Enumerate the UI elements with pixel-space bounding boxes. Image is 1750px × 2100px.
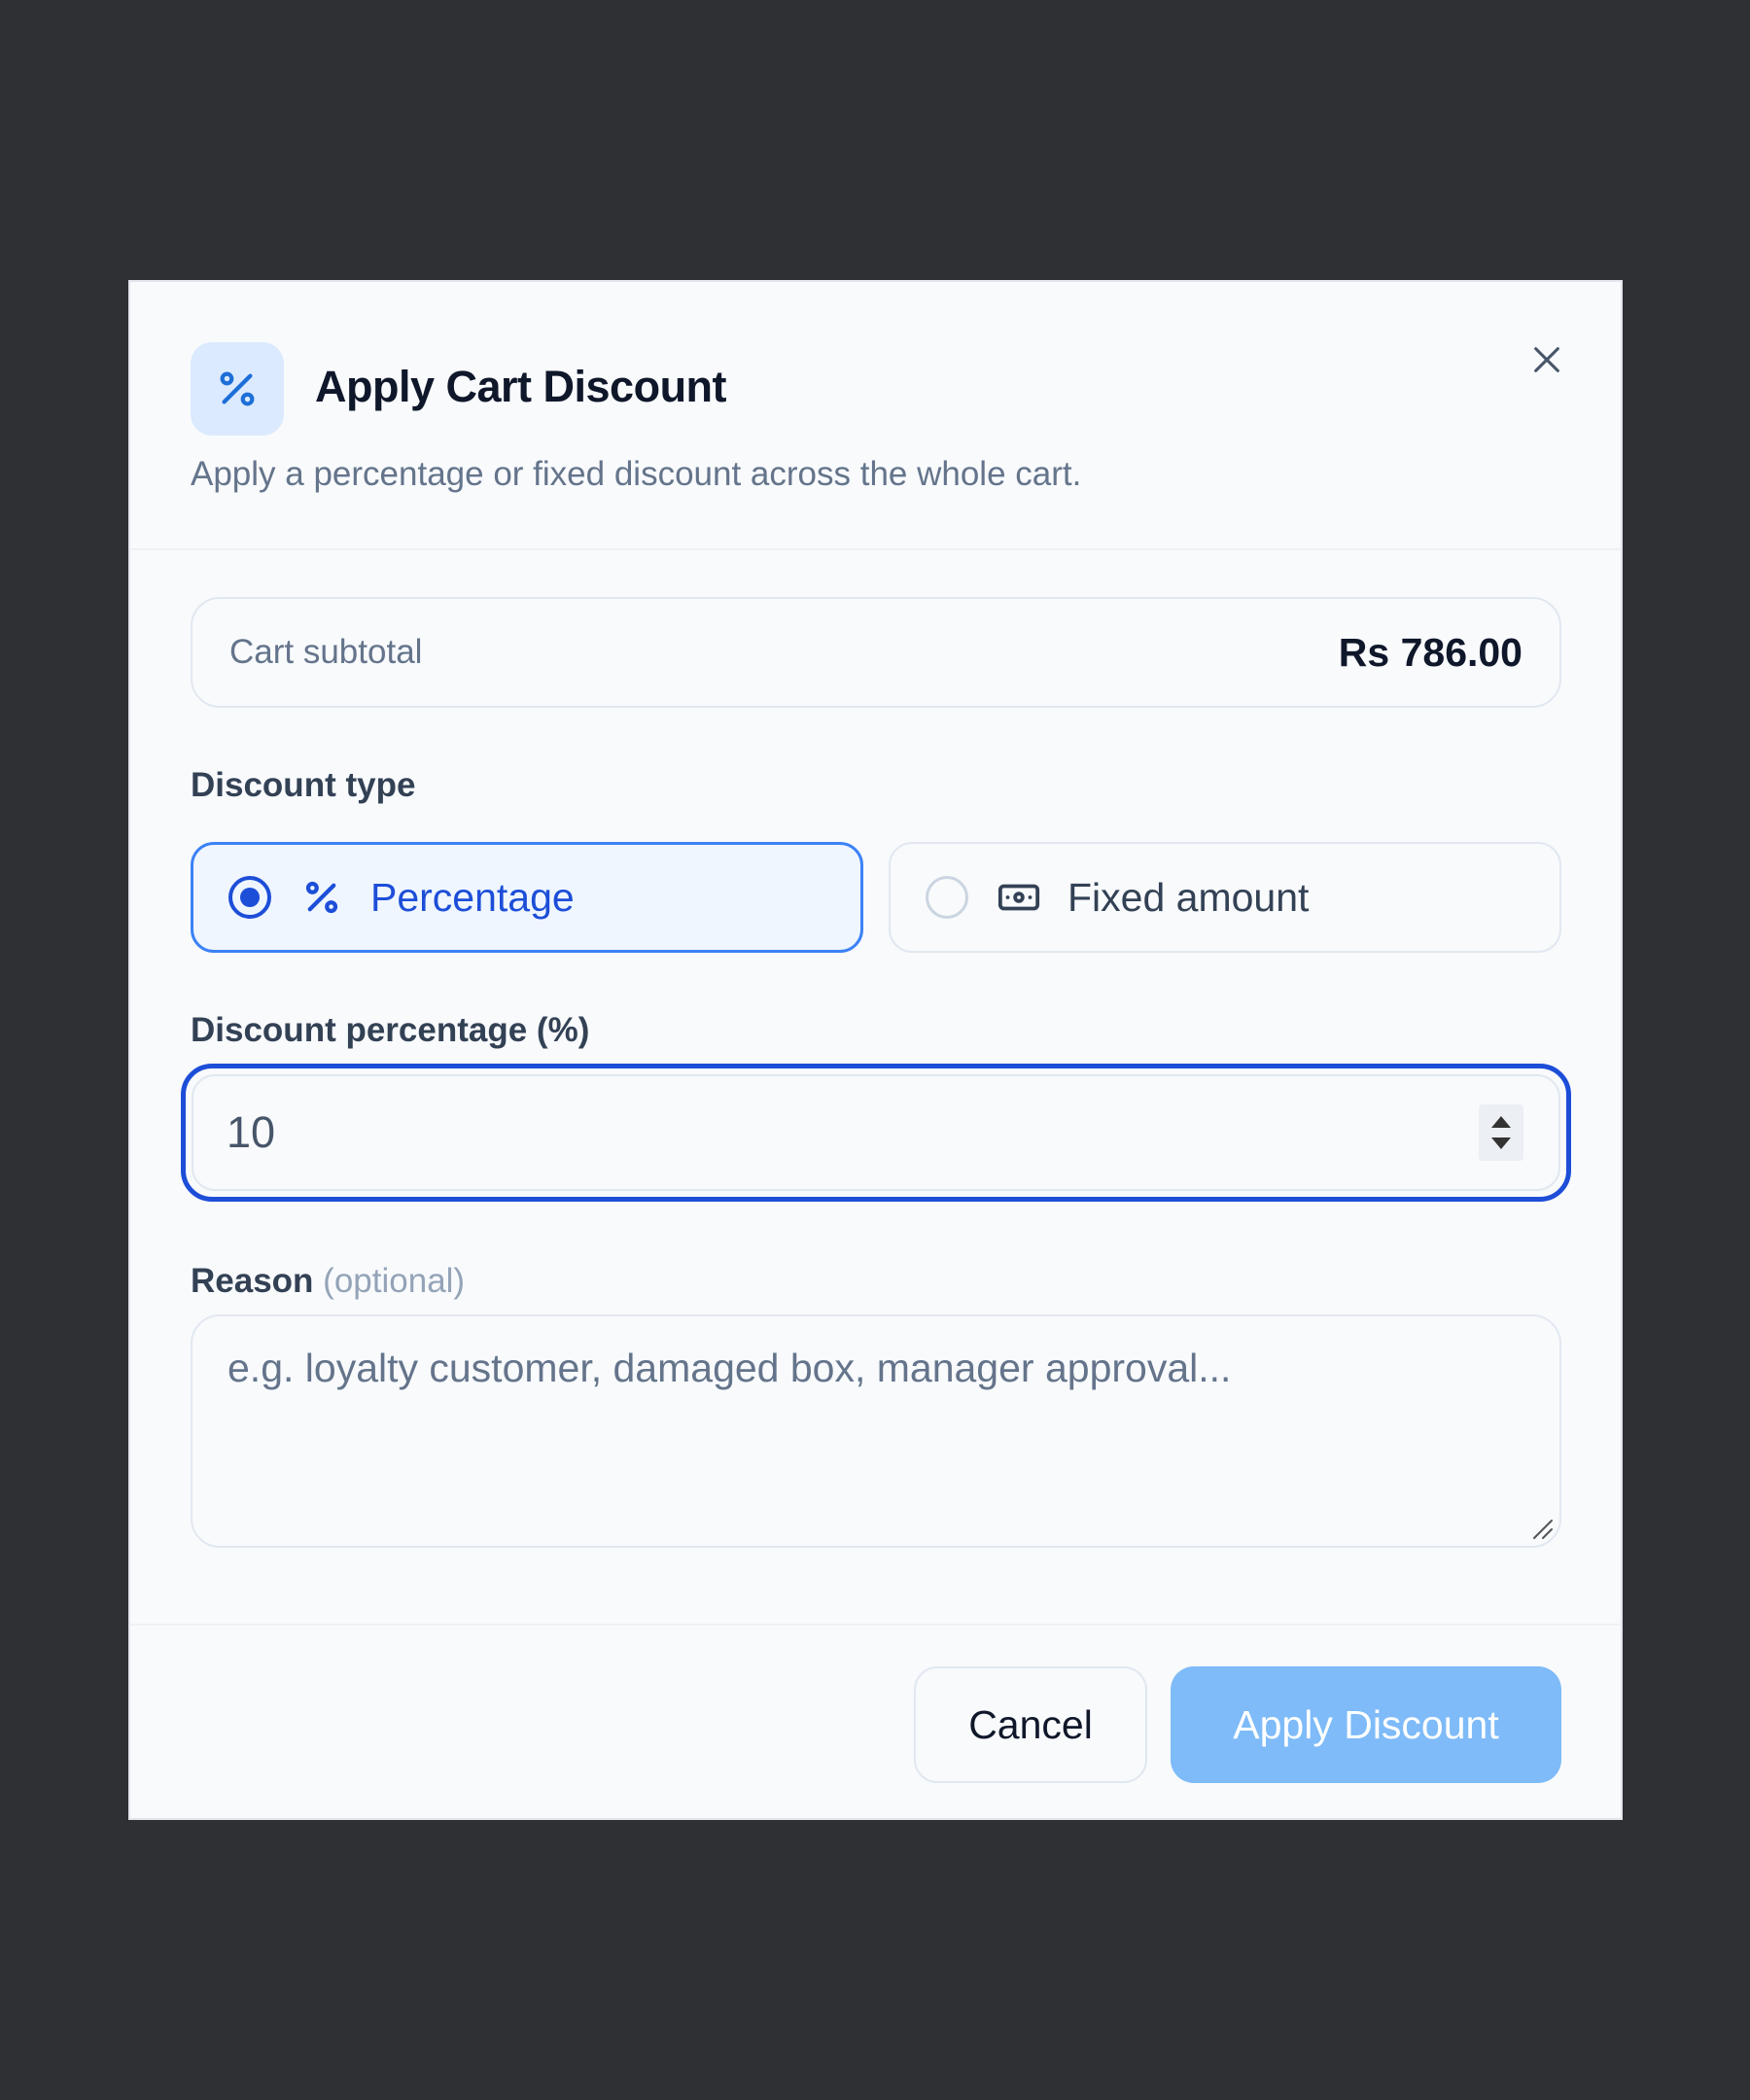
cancel-button[interactable]: Cancel bbox=[914, 1666, 1147, 1783]
resize-handle-icon[interactable] bbox=[1528, 1515, 1554, 1540]
discount-percentage-input[interactable]: 10 bbox=[181, 1064, 1571, 1202]
discount-percentage-label: Discount percentage (%) bbox=[191, 1011, 590, 1049]
close-button[interactable] bbox=[1522, 334, 1572, 385]
reason-placeholder: e.g. loyalty customer, damaged box, mana… bbox=[228, 1346, 1232, 1390]
stepper-up-icon[interactable] bbox=[1491, 1116, 1511, 1128]
discount-type-label: Discount type bbox=[191, 766, 416, 804]
dialog-subtitle: Apply a percentage or fixed discount acr… bbox=[191, 455, 1082, 493]
reason-label-text: Reason bbox=[191, 1262, 314, 1300]
radio-selected[interactable] bbox=[228, 876, 271, 919]
banknote-icon bbox=[996, 874, 1042, 921]
stepper-down-icon[interactable] bbox=[1491, 1138, 1511, 1149]
cart-subtotal-label: Cart subtotal bbox=[229, 633, 423, 671]
apply-discount-dialog: Apply Cart Discount Apply a percentage o… bbox=[128, 280, 1623, 1820]
dialog-footer: Cancel Apply Discount bbox=[130, 1626, 1621, 1820]
dialog-header: Apply Cart Discount Apply a percentage o… bbox=[130, 282, 1621, 550]
percent-icon bbox=[298, 874, 345, 921]
cart-subtotal-summary: Cart subtotal Rs 786.00 bbox=[191, 597, 1561, 708]
apply-discount-button[interactable]: Apply Discount bbox=[1171, 1666, 1561, 1783]
reason-label: Reason (optional) bbox=[191, 1262, 465, 1301]
percent-icon bbox=[191, 342, 284, 436]
dialog-title: Apply Cart Discount bbox=[315, 362, 727, 411]
discount-type-percentage-option[interactable]: Percentage bbox=[191, 842, 863, 953]
option-label: Percentage bbox=[370, 874, 575, 920]
close-icon bbox=[1534, 347, 1559, 372]
option-label: Fixed amount bbox=[1068, 874, 1310, 920]
reason-textarea[interactable]: e.g. loyalty customer, damaged box, mana… bbox=[191, 1314, 1561, 1548]
number-stepper[interactable] bbox=[1479, 1104, 1523, 1161]
discount-percentage-value: 10 bbox=[227, 1107, 276, 1157]
cart-subtotal-value: Rs 786.00 bbox=[1338, 629, 1522, 675]
radio-unselected[interactable] bbox=[926, 876, 968, 919]
discount-type-fixed-option[interactable]: Fixed amount bbox=[889, 842, 1561, 953]
dialog-body: Cart subtotal Rs 786.00 Discount type Pe… bbox=[130, 550, 1621, 1626]
reason-optional-hint: (optional) bbox=[323, 1262, 466, 1300]
